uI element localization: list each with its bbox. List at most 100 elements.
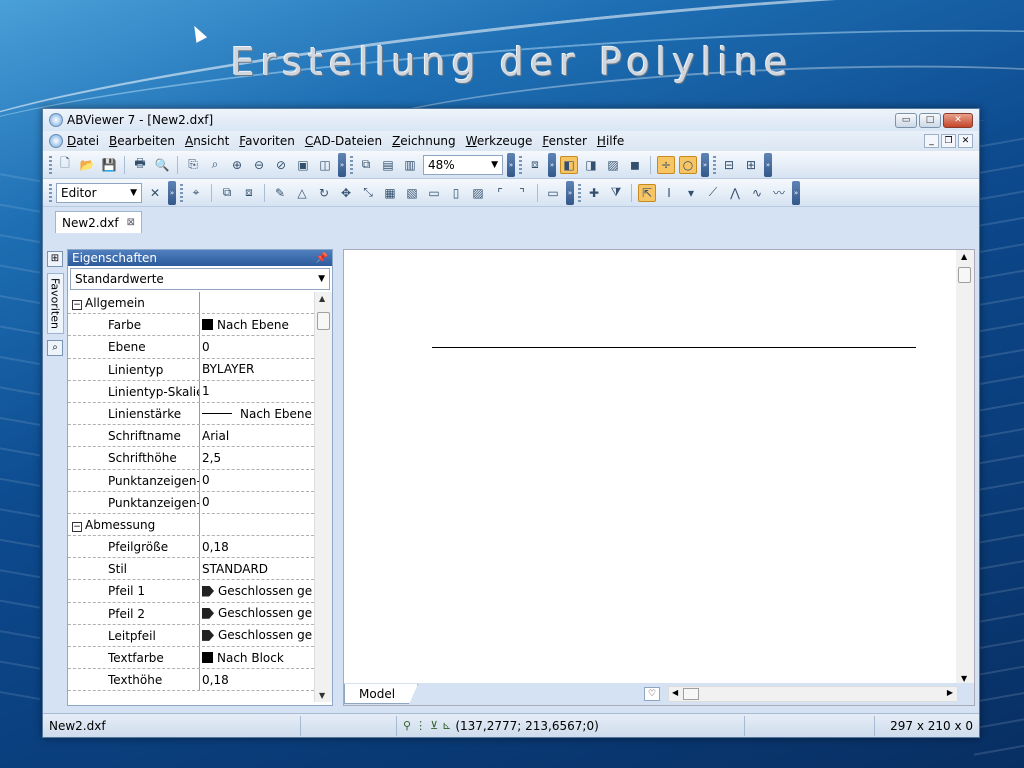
zoom-window-icon[interactable]: ⌕	[206, 156, 224, 174]
scroll-right-icon[interactable]: ▶	[947, 688, 953, 697]
toolbar-overflow-icon[interactable]: »	[701, 152, 709, 177]
menu-hilfe[interactable]: Hilfe	[597, 134, 624, 148]
print-preview-icon[interactable]: 🔍	[153, 156, 171, 174]
color-mode-icon[interactable]: ◧	[560, 155, 578, 174]
zoom-out-icon[interactable]: ⊖	[250, 156, 268, 174]
property-value[interactable]: 0,18	[200, 536, 314, 557]
property-row[interactable]: Pfeil 2 Geschlossen ge	[68, 602, 314, 625]
zoom-in-icon[interactable]: ⊕	[228, 156, 246, 174]
menu-bearbeiten[interactable]: Bearbeiten	[109, 134, 175, 148]
hatch-icon[interactable]: ▨	[469, 184, 487, 202]
canvas-vertical-scrollbar[interactable]: ▲ ▼	[956, 250, 974, 685]
mirror-icon[interactable]: △	[293, 184, 311, 202]
toolbar-grip[interactable]	[519, 155, 522, 174]
scroll-thumb[interactable]	[683, 688, 699, 700]
property-value[interactable]: BYLAYER	[200, 359, 314, 380]
dropdown-arrow-icon[interactable]: ▾	[682, 184, 700, 202]
scroll-up-icon[interactable]: ▲	[319, 294, 325, 303]
property-value[interactable]: 1	[200, 381, 314, 402]
black-white-icon[interactable]: ◨	[582, 156, 600, 174]
property-category[interactable]: − Allgemein	[68, 292, 314, 315]
line-icon[interactable]: ⟋	[704, 184, 722, 202]
property-row[interactable]: Schriftname Arial	[68, 425, 314, 448]
toolbar-overflow-icon[interactable]: »	[507, 152, 515, 177]
fit-icon[interactable]: ▣	[294, 156, 312, 174]
toolbar-grip[interactable]	[578, 183, 581, 202]
fillet-icon[interactable]: ⌝	[513, 184, 531, 202]
property-value[interactable]	[200, 292, 314, 313]
property-value[interactable]: Geschlossen ge	[200, 625, 314, 646]
property-row[interactable]: Farbe Nach Ebene	[68, 314, 314, 337]
polar-icon[interactable]: ⊾	[442, 716, 451, 736]
property-value[interactable]: STANDARD	[200, 558, 314, 579]
select-arrow-icon[interactable]: ⇱	[638, 183, 656, 202]
property-value[interactable]: Geschlossen ge	[200, 580, 314, 601]
measure-icon[interactable]: ⊟	[720, 156, 738, 174]
drawing-canvas[interactable]	[344, 250, 956, 685]
menu-cad-dateien[interactable]: CAD-Dateien	[305, 134, 382, 148]
scroll-up-icon[interactable]: ▲	[961, 252, 967, 261]
property-value[interactable]	[200, 514, 314, 535]
pin-panel-icon[interactable]: 📌	[316, 253, 328, 264]
frame-icon[interactable]: ◼	[626, 156, 644, 174]
copy-entity-icon[interactable]: ⧉	[218, 184, 236, 202]
export-bmp-icon[interactable]: ▤	[379, 156, 397, 174]
polyline-icon[interactable]: ⋀	[726, 184, 744, 202]
toolbar-grip[interactable]	[49, 183, 52, 202]
toolbar-overflow-icon[interactable]: »	[566, 180, 574, 205]
filter-icon[interactable]: ⧩	[607, 184, 625, 202]
sketch-icon[interactable]: 〰	[770, 184, 788, 202]
layout-icon[interactable]: ⧈	[526, 156, 544, 174]
property-row[interactable]: Linientyp-Skalie 1	[68, 380, 314, 403]
toolbar-grip[interactable]	[49, 155, 52, 174]
move-icon[interactable]: ✥	[337, 184, 355, 202]
property-row[interactable]: Linientyp BYLAYER	[68, 358, 314, 381]
delete-icon[interactable]: ✕	[146, 184, 164, 202]
rectangle-icon[interactable]: ▭	[425, 184, 443, 202]
property-value[interactable]: 0	[200, 470, 314, 491]
scroll-thumb[interactable]	[958, 267, 971, 283]
paste-entity-icon[interactable]: ⧈	[240, 184, 258, 202]
property-value[interactable]: 0,18	[200, 669, 314, 690]
canvas-horizontal-scrollbar[interactable]: ◀ ▶	[668, 686, 958, 702]
magnifier-icon[interactable]: ○	[679, 155, 697, 174]
property-category[interactable]: − Abmessung	[68, 513, 314, 537]
frame-rect-icon[interactable]: ▯	[447, 184, 465, 202]
zoom-select[interactable]: 48% ▼	[423, 154, 503, 175]
toolbar-overflow-icon[interactable]: »	[338, 152, 346, 177]
menu-werkzeuge[interactable]: Werkzeuge	[466, 134, 533, 148]
toolbar-overflow-icon[interactable]: »	[548, 152, 556, 177]
maximize-button[interactable]: □	[919, 112, 941, 128]
toolbar-overflow-icon[interactable]: »	[168, 180, 176, 205]
property-row[interactable]: Schrifthöhe 2,5	[68, 447, 314, 470]
menu-datei[interactable]: Datei	[67, 134, 99, 148]
save-icon[interactable]: 💾	[100, 156, 118, 174]
scale-icon[interactable]: ⤡	[359, 184, 377, 202]
tab-new2-dxf[interactable]: New2.dxf ⊠	[55, 211, 142, 233]
copy-icon[interactable]: ⎘	[184, 156, 202, 174]
collapse-icon[interactable]: −	[72, 300, 82, 310]
minimize-button[interactable]: ▭	[895, 112, 917, 128]
print-icon[interactable]: 🖶	[131, 156, 149, 174]
ruler-icon[interactable]: ⊞	[742, 156, 760, 174]
close-button[interactable]: ✕	[943, 112, 973, 128]
image-icon[interactable]: ▧	[403, 184, 421, 202]
property-value[interactable]: 0	[200, 336, 314, 357]
export-emf-icon[interactable]: ▥	[401, 156, 419, 174]
scroll-down-icon[interactable]: ▼	[961, 674, 967, 683]
zoom-previous-icon[interactable]: ⊘	[272, 156, 290, 174]
toolbar-grip[interactable]	[180, 183, 183, 202]
properties-scrollbar[interactable]: ▲ ▼	[314, 292, 332, 702]
property-value[interactable]: 2,5	[200, 447, 314, 468]
scroll-left-icon[interactable]: ◀	[672, 688, 678, 697]
menu-ansicht[interactable]: Ansicht	[185, 134, 229, 148]
block-icon[interactable]: ▦	[381, 184, 399, 202]
real-size-icon[interactable]: ◫	[316, 156, 334, 174]
property-value[interactable]: Geschlossen ge	[200, 603, 314, 624]
property-row[interactable]: Pfeilgröße 0,18	[68, 536, 314, 559]
scroll-thumb[interactable]	[317, 312, 330, 330]
layouts-menu-icon[interactable]: ♡	[644, 687, 660, 701]
toolbar-grip[interactable]	[713, 155, 716, 174]
document-icon[interactable]	[49, 134, 63, 148]
new-file-icon[interactable]: 🗋	[56, 156, 74, 174]
